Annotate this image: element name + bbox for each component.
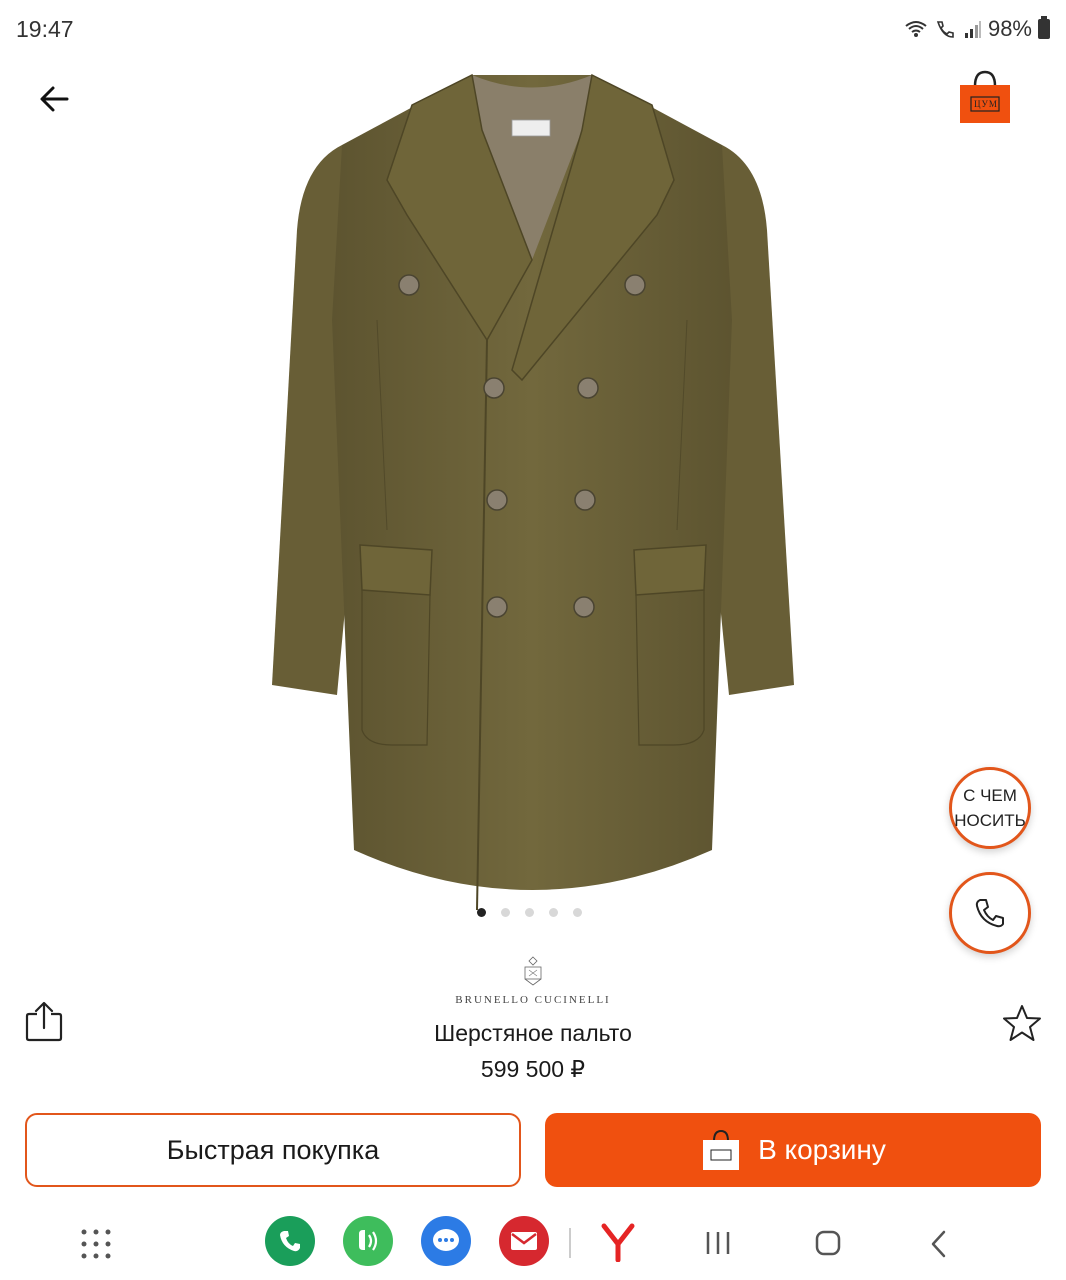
cart-logo-text: ЦУМ xyxy=(974,99,998,109)
quick-buy-button[interactable]: Быстрая покупка xyxy=(25,1113,521,1187)
product-price: 599 500 ₽ xyxy=(480,1056,586,1082)
nav-divider xyxy=(569,1228,571,1258)
phone-app-icon[interactable] xyxy=(265,1216,315,1266)
outfit-label-line1: С ЧЕМ xyxy=(963,786,1017,805)
shopping-bag-icon xyxy=(703,1129,740,1170)
shopping-bag-icon xyxy=(960,70,1010,123)
carousel-dot[interactable] xyxy=(549,908,558,917)
carousel-dot[interactable] xyxy=(573,908,582,917)
status-icons: 98% xyxy=(904,16,1050,42)
brand-logo[interactable]: BRUNELLO CUCINELLI xyxy=(433,955,633,1006)
brand-emblem-icon xyxy=(524,956,542,986)
back-icon[interactable] xyxy=(928,1229,950,1264)
call-button[interactable] xyxy=(949,872,1031,954)
add-to-cart-button[interactable]: В корзину xyxy=(545,1113,1041,1187)
quick-buy-label: Быстрая покупка xyxy=(166,1134,380,1165)
carousel-dot[interactable] xyxy=(501,908,510,917)
recents-icon[interactable] xyxy=(704,1230,732,1261)
apps-grid-icon[interactable] xyxy=(80,1228,112,1265)
phone-icon xyxy=(975,899,1004,928)
arrow-left-icon xyxy=(40,86,69,112)
brand-name: BRUNELLO CUCINELLI xyxy=(455,994,611,1006)
yandex-icon[interactable] xyxy=(598,1222,638,1267)
battery-icon xyxy=(1038,16,1050,39)
product-title: Шерстяное пальто xyxy=(434,1020,632,1046)
mail-icon[interactable] xyxy=(499,1216,549,1266)
add-to-cart-label: В корзину xyxy=(758,1134,886,1165)
call-signal-icon xyxy=(936,21,954,38)
signal-icon xyxy=(964,21,981,38)
outfit-label-line2: НОСИТЬ xyxy=(954,811,1026,830)
back-button[interactable] xyxy=(30,74,80,124)
status-bar: 19:47 98% xyxy=(0,0,1066,60)
carousel-dot[interactable] xyxy=(525,908,534,917)
carousel-indicator[interactable] xyxy=(477,908,582,917)
cart-button[interactable]: ЦУМ xyxy=(955,68,1015,128)
home-icon[interactable] xyxy=(814,1229,842,1262)
messages-icon[interactable] xyxy=(421,1216,471,1266)
coat-image xyxy=(272,73,794,911)
outfit-suggestions-button[interactable]: С ЧЕМ НОСИТЬ xyxy=(949,767,1031,849)
wifi-icon xyxy=(905,21,927,37)
status-time: 19:47 xyxy=(16,16,74,42)
whatsapp-style-icon[interactable] xyxy=(343,1216,393,1266)
product-image-carousel[interactable] xyxy=(262,70,802,920)
carousel-dot[interactable] xyxy=(477,908,486,917)
battery-percent: 98% xyxy=(987,16,1032,41)
